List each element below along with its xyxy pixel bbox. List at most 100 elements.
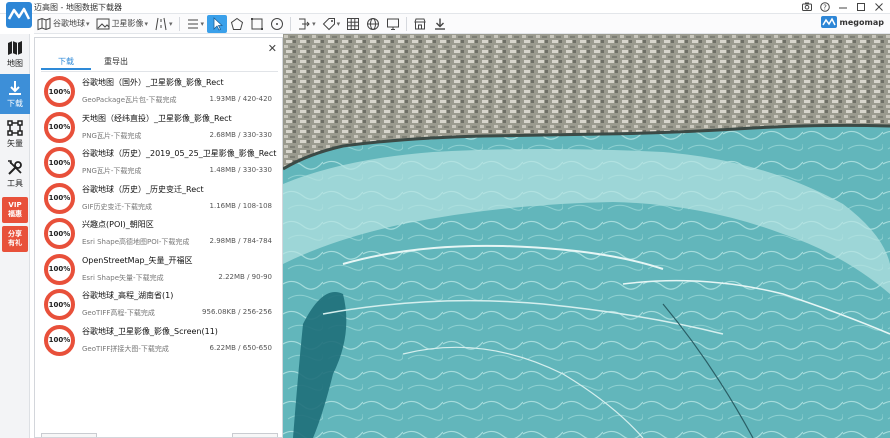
promo-line: 福惠 — [8, 210, 22, 218]
task-row[interactable]: 100% 谷歌地球（历史）_历史变迁_Rect GIF历史变迁-下载完成 1.1… — [41, 181, 278, 217]
toolbar-divider — [290, 16, 292, 31]
layer-select[interactable]: 卫星影像 ▾ — [93, 15, 152, 33]
promo-line: VIP — [8, 201, 22, 209]
task-status: PNG瓦片-下载完成 — [82, 131, 142, 140]
globe-icon — [367, 17, 380, 30]
task-status: GeoTIFF高程-下载完成 — [82, 309, 155, 317]
globe-button[interactable] — [363, 15, 383, 33]
promo-line: 分享 — [8, 230, 22, 238]
close-icon[interactable]: ✕ — [268, 42, 277, 55]
task-status: GeoPackage瓦片包-下载完成 — [82, 96, 177, 104]
rectangle-icon — [251, 17, 264, 30]
circle-tool[interactable] — [267, 15, 287, 33]
map-view[interactable] — [283, 34, 890, 438]
progress-ring: 100% — [44, 324, 75, 356]
sidebar-item-tools[interactable]: 工具 — [0, 154, 30, 194]
task-status: GIF历史变迁-下载完成 — [82, 202, 153, 211]
road-icon — [155, 17, 167, 30]
panel-footer — [41, 433, 278, 437]
task-name: OpenStreetMap_矢量_开福区 — [82, 255, 193, 265]
chevron-down-icon: ▾ — [169, 19, 173, 28]
progress-ring: 100% — [44, 253, 75, 285]
road-overlay-button[interactable]: ▾ — [151, 15, 176, 33]
camera-icon[interactable] — [800, 1, 814, 12]
progress-label: 100% — [48, 123, 71, 131]
task-row[interactable]: 100% 谷歌地球_高程_湖南省(1) GeoTIFF高程-下载完成 956.0… — [41, 287, 278, 323]
task-name: 谷歌地球_高程_湖南省(1) — [82, 291, 174, 300]
task-row[interactable]: 100% 谷歌地球（历史）_2019_05_25_卫星影像_影像_Rect PN… — [41, 145, 278, 181]
progress-ring: 100% — [44, 111, 75, 143]
store-button[interactable] — [410, 15, 430, 33]
share-promo-badge[interactable]: 分享 有礼 — [2, 226, 28, 252]
brand-logo: megomap — [820, 16, 884, 28]
layer-label: 卫星影像 — [111, 19, 144, 28]
task-name: 谷歌地图（国外）_卫星影像_影像_Rect — [82, 78, 224, 87]
image-icon — [96, 18, 110, 29]
sidebar-item-map[interactable]: 地图 — [0, 34, 30, 74]
download-icon — [9, 80, 21, 95]
progress-ring: 100% — [44, 289, 75, 320]
maximize-icon[interactable] — [854, 1, 868, 12]
task-list: 100% 谷歌地图（国外）_卫星影像_影像_Rect GeoPackage瓦片包… — [41, 74, 278, 358]
sidebar-item-download[interactable]: 下载 — [0, 74, 30, 114]
chevron-down-icon: ▾ — [312, 19, 316, 28]
progress-ring: 100% — [44, 147, 75, 178]
vip-promo-badge[interactable]: VIP 福惠 — [2, 197, 28, 223]
footer-button-left[interactable] — [41, 433, 97, 437]
tag-select[interactable]: ▾ — [319, 15, 344, 33]
help-icon[interactable]: ? — [818, 1, 832, 12]
minimize-icon[interactable] — [836, 1, 850, 12]
map-source-select[interactable]: 谷歌地球 ▾ — [34, 15, 93, 33]
close-icon[interactable] — [872, 1, 886, 12]
progress-label: 100% — [48, 229, 71, 238]
title-bar: 迈高图 - 地图数据下载器 ? — [0, 0, 890, 14]
task-status: Esri Shape高德地图POI-下载完成 — [82, 238, 190, 246]
task-row[interactable]: 100% 谷歌地图（国外）_卫星影像_影像_Rect GeoPackage瓦片包… — [41, 74, 278, 110]
grid-button[interactable] — [343, 15, 363, 33]
rectangle-tool[interactable] — [247, 15, 267, 33]
app-logo-icon — [4, 1, 34, 29]
task-row[interactable]: 100% 兴趣点(POI)_朝阳区 Esri Shape高德地图POI-下载完成… — [41, 216, 278, 252]
task-size: 2.22MB / 90-90 — [218, 272, 272, 281]
download-panel: ✕ 下载 重导出 100% 谷歌地图（国外）_卫星影像_影像_Rect GeoP… — [34, 37, 283, 438]
task-name: 谷歌地球（历史）_历史变迁_Rect — [82, 184, 204, 194]
map-icon — [8, 40, 22, 55]
tab-reexport[interactable]: 重导出 — [91, 56, 141, 70]
download-icon — [435, 18, 446, 30]
sidebar-item-label: 矢量 — [7, 138, 23, 148]
panel-tabs: 下载 重导出 — [41, 56, 141, 70]
grid-icon — [347, 17, 360, 30]
chevron-down-icon: ▾ — [86, 19, 90, 28]
task-row[interactable]: 100% 谷歌地球_卫星影像_影像_Screen(11) GeoTIFF拼接大图… — [41, 323, 278, 359]
task-row[interactable]: 100% OpenStreetMap_矢量_开福区 Esri Shape矢量-下… — [41, 252, 278, 288]
chevron-down-icon: ▾ — [336, 19, 341, 28]
screen-button[interactable] — [383, 15, 403, 33]
toolbar-divider — [178, 16, 180, 31]
cursor-icon — [213, 16, 224, 31]
download-button[interactable] — [430, 15, 450, 33]
progress-label: 100% — [48, 336, 71, 344]
list-icon — [187, 19, 198, 28]
task-size: 1.16MB / 108-108 — [209, 201, 272, 210]
footer-button-right[interactable] — [232, 433, 278, 437]
megomap-logo-icon — [820, 16, 837, 28]
progress-label: 100% — [48, 158, 71, 167]
task-size: 2.68MB / 330-330 — [209, 130, 272, 139]
polygon-tool[interactable] — [227, 15, 247, 33]
pointer-tool[interactable] — [207, 14, 228, 33]
tab-divider — [41, 71, 278, 72]
brand-name: megomap — [839, 17, 884, 27]
task-name: 兴趣点(POI)_朝阳区 — [82, 220, 154, 229]
tab-download[interactable]: 下载 — [41, 56, 91, 70]
task-name: 谷歌地球_卫星影像_影像_Screen(11) — [82, 326, 218, 336]
progress-ring: 100% — [44, 218, 75, 249]
sidebar-item-label: 工具 — [7, 178, 23, 188]
task-row[interactable]: 100% 天地图（经纬直投）_卫星影像_影像_Rect PNG瓦片-下载完成 2… — [41, 110, 278, 146]
task-status: GeoTIFF拼接大图-下载完成 — [82, 344, 169, 353]
tag-icon — [322, 17, 335, 30]
progress-label: 100% — [48, 87, 71, 96]
import-select[interactable]: ▾ — [294, 15, 319, 33]
map-icon — [37, 17, 51, 30]
list-select[interactable]: ▾ — [183, 15, 208, 33]
sidebar-item-vector[interactable]: 矢量 — [0, 114, 30, 154]
